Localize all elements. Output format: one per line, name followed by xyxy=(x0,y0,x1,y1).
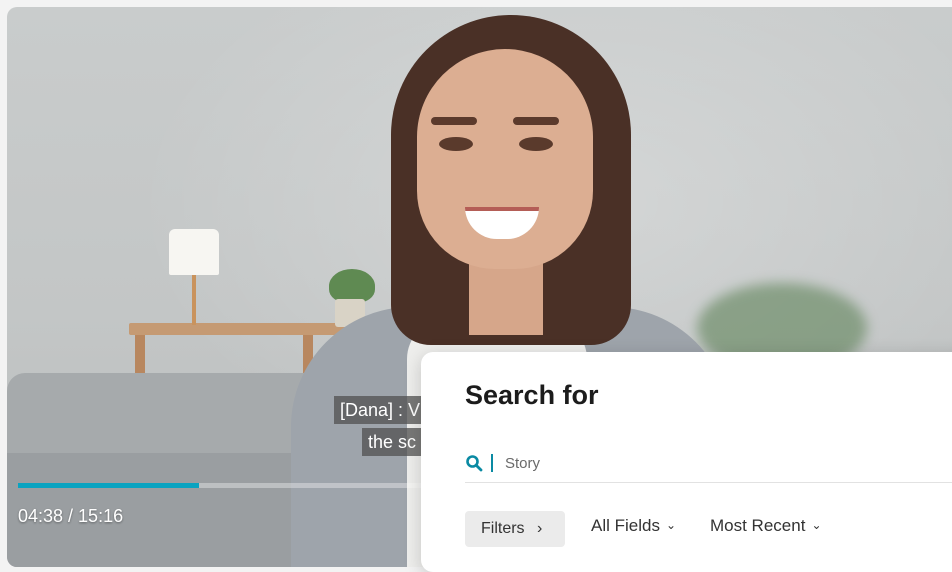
video-timecode: 04:38 / 15:16 xyxy=(18,506,124,526)
fields-dropdown-label: All Fields xyxy=(591,516,660,535)
text-cursor xyxy=(491,454,493,472)
person-eye xyxy=(519,137,553,151)
filters-button-label: Filters xyxy=(481,520,525,537)
filters-button[interactable]: Filters › xyxy=(465,511,565,547)
lamp xyxy=(169,229,219,275)
search-panel: Search for Filters › All Fields ⌄ Most Re… xyxy=(421,352,952,572)
video-progress-fill xyxy=(18,483,199,488)
search-bar[interactable] xyxy=(465,452,952,483)
sort-dropdown[interactable]: Most Recent ⌄ xyxy=(710,516,822,536)
person-brow xyxy=(431,117,477,125)
shelf-leg xyxy=(135,335,145,375)
person-brow xyxy=(513,117,559,125)
sort-dropdown-label: Most Recent xyxy=(710,516,806,535)
chevron-right-icon: › xyxy=(537,520,543,537)
chevron-down-icon: ⌄ xyxy=(665,518,677,532)
search-input[interactable] xyxy=(505,452,805,474)
person-eye xyxy=(439,137,473,151)
search-panel-title: Search for xyxy=(465,380,599,410)
fields-dropdown[interactable]: All Fields ⌄ xyxy=(591,516,676,536)
chevron-down-icon: ⌄ xyxy=(811,518,822,532)
caption-line-2: the sc xyxy=(362,428,423,456)
lamp-base xyxy=(183,275,205,325)
plant xyxy=(329,269,375,303)
caption-line-1: [Dana] : V xyxy=(334,396,427,424)
search-icon[interactable] xyxy=(465,454,483,472)
